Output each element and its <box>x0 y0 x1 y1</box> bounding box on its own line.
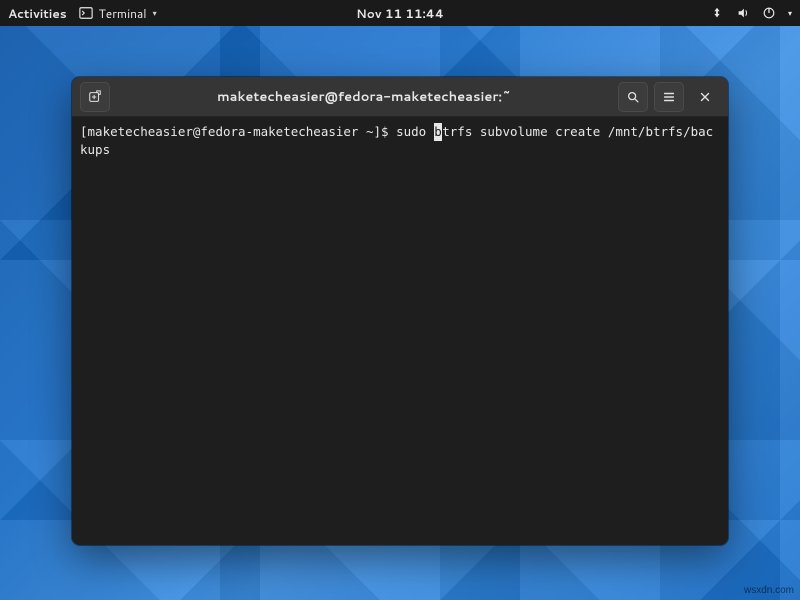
activities-button[interactable]: Activities <box>8 5 67 22</box>
gnome-topbar: Activities Terminal ▾ Nov 11 11:44 ▾ <box>0 0 800 26</box>
power-icon[interactable] <box>762 6 776 20</box>
network-icon[interactable] <box>710 6 724 20</box>
search-button[interactable] <box>618 82 648 112</box>
clock[interactable]: Nov 11 11:44 <box>356 5 444 22</box>
menu-button[interactable] <box>654 82 684 112</box>
terminal-window: maketecheasier@fedora-maketecheasier:~ [… <box>72 77 728 545</box>
watermark: wsxdn.com <box>744 585 794 596</box>
search-icon <box>626 90 640 104</box>
close-icon <box>698 90 712 104</box>
new-tab-button[interactable] <box>80 82 110 112</box>
close-button[interactable] <box>690 82 720 112</box>
app-menu[interactable]: Terminal ▾ <box>79 5 157 22</box>
text-cursor: b <box>434 123 443 141</box>
app-menu-label: Terminal <box>99 5 147 22</box>
chevron-down-icon[interactable]: ▾ <box>788 7 792 19</box>
hamburger-icon <box>662 90 676 104</box>
terminal-body[interactable]: [maketecheasier@fedora-maketecheasier ~]… <box>72 117 728 545</box>
chevron-down-icon: ▾ <box>153 7 157 19</box>
window-titlebar[interactable]: maketecheasier@fedora-maketecheasier:~ <box>72 77 728 117</box>
shell-prompt: [maketecheasier@fedora-maketecheasier ~]… <box>80 124 396 139</box>
window-title: maketecheasier@fedora-maketecheasier:~ <box>118 88 610 106</box>
terminal-icon <box>79 6 93 20</box>
volume-icon[interactable] <box>736 6 750 20</box>
command-text: sudo <box>396 124 434 139</box>
